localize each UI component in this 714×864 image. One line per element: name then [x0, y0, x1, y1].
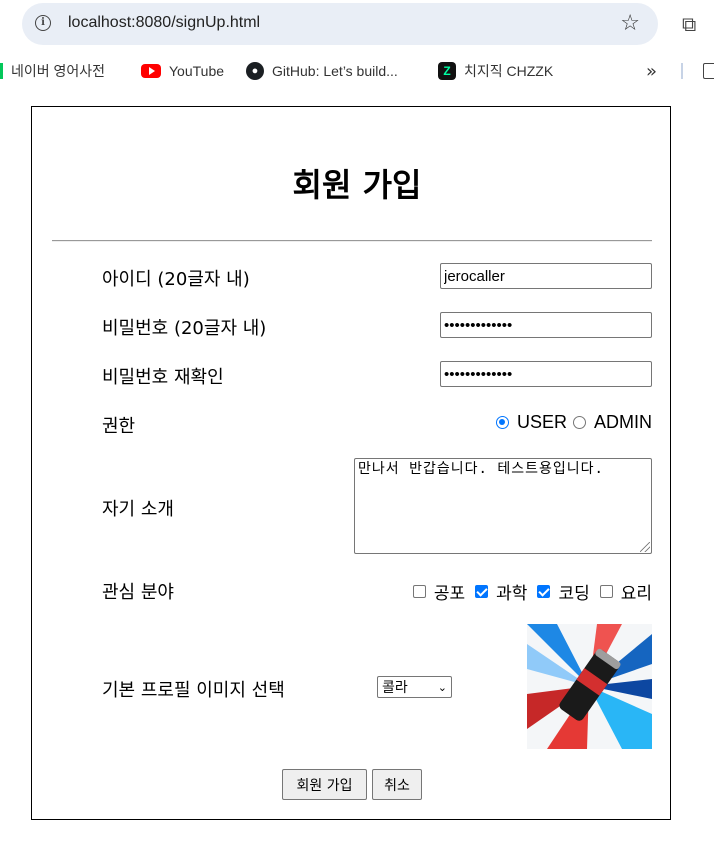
naver-icon	[0, 63, 3, 79]
role-user-radio[interactable]	[495, 416, 509, 429]
password-label: 비밀번호 (20글자 내)	[102, 318, 267, 339]
bookmark-naver-dictionary[interactable]: 네이버 영어사전	[0, 60, 105, 82]
password-confirm-label: 비밀번호 재확인	[102, 367, 224, 388]
profile-image-label: 기본 프로필 이미지 선택	[102, 680, 285, 701]
interest-coding-checkbox[interactable]	[537, 585, 551, 598]
bookmark-github[interactable]: ● GitHub: Let’s build...	[246, 60, 398, 82]
interest-horror-label: 공포	[433, 584, 466, 604]
chzzk-icon: Z	[438, 62, 456, 80]
role-admin-radio[interactable]	[573, 416, 586, 429]
submit-button[interactable]: 회원 가입	[282, 769, 367, 800]
address-bar[interactable]: i localhost:8080/signUp.html ☆	[22, 3, 658, 45]
bookmark-label: GitHub: Let’s build...	[272, 63, 398, 79]
interest-label: 관심 분야	[102, 582, 174, 603]
id-label: 아이디 (20글자 내)	[102, 269, 250, 290]
interest-cooking-label: 요리	[620, 584, 652, 604]
double-chevron-right-icon: »	[646, 60, 658, 82]
interest-checkbox-group: 공포 과학 코딩 요리	[403, 579, 652, 604]
intro-label: 자기 소개	[102, 499, 174, 520]
divider	[52, 240, 652, 242]
folder-icon[interactable]	[703, 63, 714, 79]
interest-horror-checkbox[interactable]	[412, 585, 426, 598]
bookmarks-bar: 네이버 영어사전 YouTube ● GitHub: Let’s build..…	[0, 56, 714, 86]
interest-science-label: 과학	[496, 584, 528, 604]
extensions-icon[interactable]: ⧉	[682, 12, 696, 36]
youtube-icon	[141, 64, 161, 78]
intro-textarea[interactable]: 만나서 반갑습니다. 테스트용입니다.	[354, 458, 652, 554]
role-user-label: USER	[516, 412, 567, 432]
bookmark-star-icon[interactable]: ☆	[620, 11, 640, 36]
interest-coding-label: 코딩	[558, 584, 590, 604]
cancel-button[interactable]: 취소	[372, 769, 422, 800]
id-input[interactable]	[440, 263, 652, 289]
bookmark-youtube[interactable]: YouTube	[141, 60, 224, 82]
bookmark-label: 치지직 CHZZK	[464, 63, 554, 79]
textarea-resize-handle[interactable]	[640, 542, 650, 552]
bookmarks-divider	[681, 63, 683, 79]
interest-cooking-checkbox[interactable]	[599, 585, 613, 598]
more-bookmarks-button[interactable]: »	[646, 60, 657, 82]
github-icon: ●	[246, 62, 264, 80]
role-admin-label: ADMIN	[594, 412, 652, 432]
bookmark-chzzk[interactable]: Z 치지직 CHZZK	[438, 60, 553, 82]
profile-image-preview	[527, 624, 652, 749]
bookmark-label: 네이버 영어사전	[11, 63, 106, 79]
role-label: 권한	[102, 416, 136, 437]
page-title: 회원 가입	[292, 166, 422, 204]
chevron-down-icon: ⌄	[437, 680, 447, 694]
password-confirm-input[interactable]	[440, 361, 652, 387]
password-input[interactable]	[440, 312, 652, 338]
role-radio-group: USER ADMIN	[490, 412, 652, 433]
profile-image-select[interactable]: 콜라 ⌄	[377, 676, 452, 698]
url-text[interactable]: localhost:8080/signUp.html	[68, 14, 260, 32]
bookmark-label: YouTube	[169, 63, 225, 79]
info-icon[interactable]: i	[35, 15, 51, 31]
interest-science-checkbox[interactable]	[475, 585, 489, 598]
profile-select-value: 콜라	[382, 680, 408, 696]
